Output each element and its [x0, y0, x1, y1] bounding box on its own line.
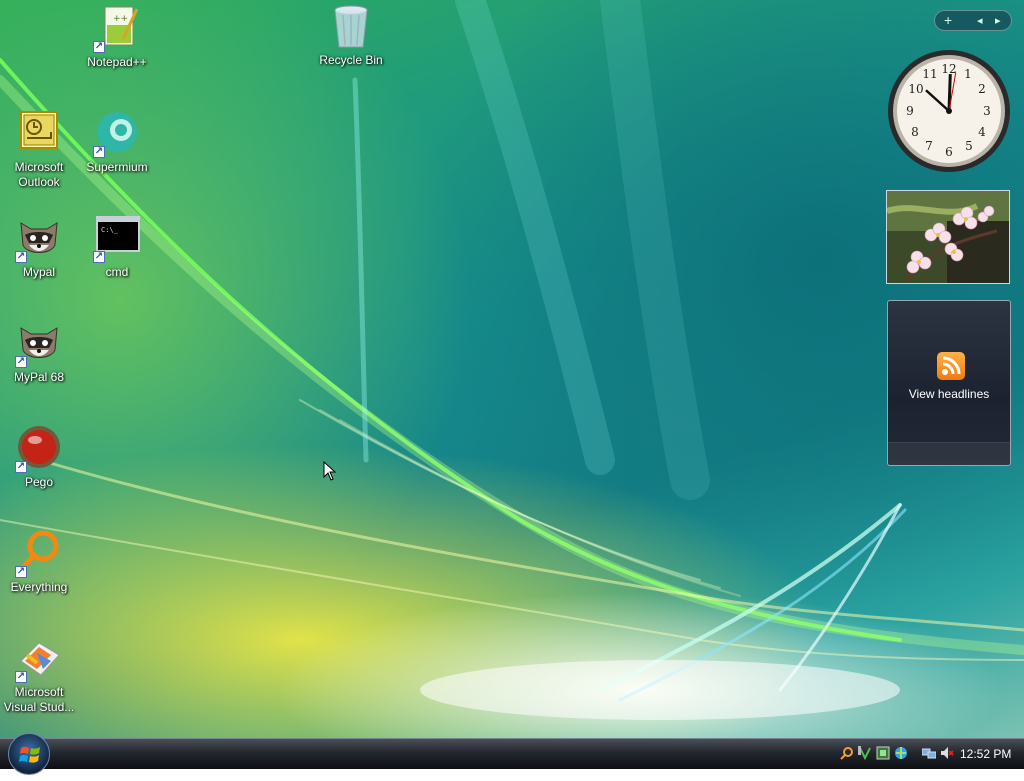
desktop-icon-pego[interactable]: ↗ Pego — [0, 425, 78, 490]
desktop-icon-microsoft-outlook[interactable]: Microsoft Outlook — [0, 110, 78, 190]
rss-feed-icon — [937, 352, 965, 380]
svg-text:1: 1 — [964, 67, 972, 81]
feed-headlines-gadget[interactable]: View headlines — [887, 300, 1011, 466]
previous-page-button[interactable]: ◂ — [977, 14, 983, 27]
shortcut-arrow-icon: ↗ — [15, 251, 27, 263]
svg-text:9: 9 — [906, 104, 914, 118]
svg-text:7: 7 — [925, 139, 933, 153]
network-share-icon[interactable] — [894, 746, 908, 760]
raccoon-icon: ↗ — [15, 215, 63, 263]
desktop-icon-supermium[interactable]: ↗ Supermium — [78, 110, 156, 175]
svg-text:3: 3 — [983, 104, 991, 118]
antivirus-icon[interactable] — [858, 746, 872, 760]
flower-photo — [887, 191, 1009, 283]
view-headlines-link[interactable]: View headlines — [888, 387, 1010, 401]
svg-text:4: 4 — [978, 125, 986, 139]
command-prompt-icon: C:\_ ↗ — [93, 215, 141, 263]
raccoon-icon: ↗ — [15, 320, 63, 368]
svg-text:++: ++ — [113, 14, 128, 24]
notepadpp-icon: ++ ↗ — [93, 5, 141, 53]
desktop-icon-everything[interactable]: ↗ Everything — [0, 530, 78, 595]
desktop-icon-label: Notepad++ — [87, 55, 147, 69]
media-icon[interactable] — [876, 746, 890, 760]
sidebar-controls: + ◂ ▸ — [934, 10, 1012, 31]
taskbar: 12:52 PM — [0, 733, 1024, 775]
desktop[interactable]: ++ ↗ Notepad++ Recycle Bin Microsoft Out… — [0, 0, 1024, 738]
svg-text:5: 5 — [965, 139, 973, 153]
desktop-icon-label: MyPal 68 — [13, 370, 65, 384]
desktop-icon-label: Microsoft Outlook — [14, 160, 64, 189]
network-icon[interactable] — [922, 746, 936, 760]
everything-search-icon: ↗ — [15, 530, 63, 578]
shortcut-arrow-icon: ↗ — [15, 356, 27, 368]
svg-text:10: 10 — [908, 82, 923, 96]
start-button[interactable] — [8, 733, 50, 775]
pego-icon: ↗ — [15, 425, 63, 473]
outlook-icon — [15, 110, 63, 158]
next-page-button[interactable]: ▸ — [995, 14, 1001, 27]
desktop-icon-label: Supermium — [86, 160, 148, 174]
shortcut-arrow-icon: ↗ — [15, 461, 27, 473]
svg-text:2: 2 — [978, 82, 986, 96]
desktop-icon-notepadpp[interactable]: ++ ↗ Notepad++ — [78, 5, 156, 70]
clock-gadget[interactable]: 12 1 2 3 4 5 6 7 8 9 10 11 — [886, 48, 1012, 174]
desktop-icon-mypal-68[interactable]: ↗ MyPal 68 — [0, 320, 78, 385]
shortcut-arrow-icon: ↗ — [15, 566, 27, 578]
desktop-icon-label: Pego — [24, 475, 54, 489]
shortcut-arrow-icon: ↗ — [93, 251, 105, 263]
shortcut-arrow-icon: ↗ — [93, 41, 105, 53]
desktop-icon-mypal[interactable]: ↗ Mypal — [0, 215, 78, 280]
svg-text:12: 12 — [941, 62, 956, 76]
shortcut-arrow-icon: ↗ — [93, 146, 105, 158]
svg-text:11: 11 — [922, 67, 937, 81]
mouse-cursor-icon — [323, 461, 337, 481]
desktop-icon-label: Microsoft Visual Stud... — [3, 685, 75, 714]
windows-logo-icon — [19, 746, 40, 763]
desktop-icon-label: Mypal — [22, 265, 55, 279]
taskbar-clock[interactable]: 12:52 PM — [960, 747, 1011, 761]
visual-studio-icon: ↗ — [15, 635, 63, 683]
desktop-icon-label: Recycle Bin — [319, 53, 383, 67]
svg-text:6: 6 — [945, 145, 953, 159]
desktop-icon-label: cmd — [105, 265, 129, 279]
supermium-icon: ↗ — [93, 110, 141, 158]
analog-clock-face: 12 1 2 3 4 5 6 7 8 9 10 11 — [888, 50, 1010, 172]
desktop-icon-recycle-bin[interactable]: Recycle Bin — [312, 3, 390, 68]
svg-text:C:\_: C:\_ — [101, 226, 119, 234]
recycle-bin-icon — [327, 3, 375, 51]
svg-text:8: 8 — [911, 125, 919, 139]
feed-footer-bar — [888, 442, 1010, 465]
volume-muted-icon[interactable] — [940, 746, 954, 760]
add-gadget-button[interactable]: + — [944, 12, 952, 28]
desktop-icon-label: Everything — [10, 580, 68, 594]
desktop-icon-cmd[interactable]: C:\_ ↗ cmd — [78, 215, 156, 280]
desktop-icon-visual-studio[interactable]: ↗ Microsoft Visual Stud... — [0, 635, 78, 715]
search-icon[interactable] — [840, 746, 854, 760]
slideshow-gadget[interactable] — [886, 190, 1010, 284]
shortcut-arrow-icon: ↗ — [15, 671, 27, 683]
